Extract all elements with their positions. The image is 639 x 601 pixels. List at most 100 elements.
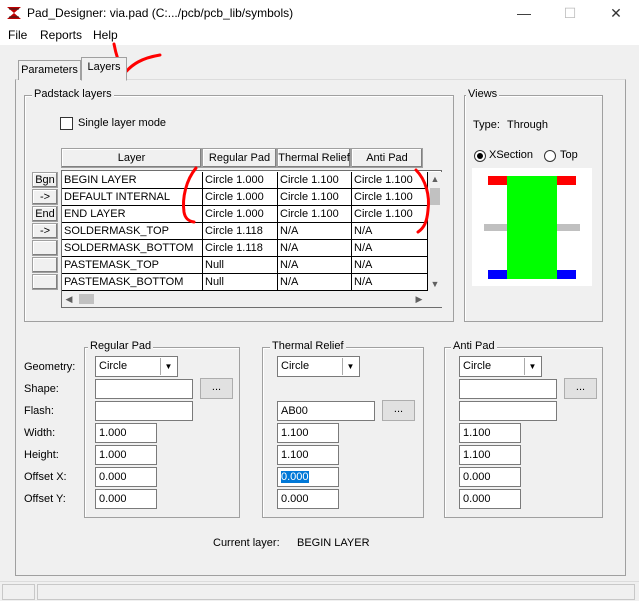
table-row[interactable]: PASTEMASK_TOP Null N/A N/A: [62, 257, 428, 274]
table-cell[interactable]: SOLDERMASK_BOTTOM: [62, 240, 203, 257]
row-button-next[interactable]: ->: [32, 223, 58, 239]
table-cell[interactable]: Circle 1.100: [352, 206, 428, 223]
table-cell[interactable]: Circle 1.118: [203, 223, 278, 240]
maximize-button[interactable]: ☐: [547, 0, 593, 26]
column-header-regular-pad[interactable]: Regular Pad: [202, 148, 277, 168]
table-cell[interactable]: Circle 1.100: [352, 172, 428, 189]
vertical-scroll-thumb[interactable]: [430, 188, 440, 205]
thermal-offset-x-value: 0.000: [281, 471, 309, 483]
horizontal-scroll-thumb[interactable]: [79, 294, 94, 304]
anti-flash-field[interactable]: [459, 401, 557, 421]
anti-shape-field[interactable]: [459, 379, 557, 399]
table-row[interactable]: PASTEMASK_BOTTOM Null N/A N/A: [62, 274, 428, 291]
table-cell[interactable]: Circle 1.118: [203, 240, 278, 257]
regular-height-field[interactable]: 1.000: [95, 445, 157, 465]
row-button[interactable]: [32, 257, 58, 273]
row-button-begin[interactable]: Bgn: [32, 172, 58, 188]
thermal-offset-x-field[interactable]: 0.000: [277, 467, 339, 487]
scroll-left-icon[interactable]: ◀: [62, 292, 76, 306]
table-cell[interactable]: N/A: [352, 274, 428, 291]
table-cell[interactable]: Circle 1.000: [203, 189, 278, 206]
column-header-layer[interactable]: Layer: [61, 148, 202, 168]
table-cell[interactable]: Circle 1.000: [203, 172, 278, 189]
table-row[interactable]: SOLDERMASK_TOP Circle 1.118 N/A N/A: [62, 223, 428, 240]
thermal-offset-y-field[interactable]: 0.000: [277, 489, 339, 509]
grid-vertical-scrollbar[interactable]: ▲ ▼: [428, 172, 442, 291]
regular-flash-field[interactable]: [95, 401, 193, 421]
padstack-grid[interactable]: BEGIN LAYER Circle 1.000 Circle 1.100 Ci…: [61, 170, 442, 308]
anti-pad-label: Anti Pad: [451, 340, 497, 352]
row-button[interactable]: [32, 274, 58, 290]
single-layer-mode-checkbox[interactable]: [60, 117, 73, 130]
scroll-right-icon[interactable]: ▶: [412, 292, 426, 306]
table-cell[interactable]: Null: [203, 257, 278, 274]
table-cell[interactable]: N/A: [278, 223, 352, 240]
table-cell[interactable]: PASTEMASK_TOP: [62, 257, 203, 274]
chevron-down-icon[interactable]: ▼: [160, 358, 176, 375]
row-button-end[interactable]: End: [32, 206, 58, 222]
table-cell[interactable]: N/A: [352, 257, 428, 274]
table-cell[interactable]: BEGIN LAYER: [62, 172, 203, 189]
row-button[interactable]: [32, 240, 58, 256]
anti-geometry-select[interactable]: Circle ▼: [459, 356, 542, 377]
regular-geometry-value: Circle: [99, 360, 128, 372]
table-cell[interactable]: Circle 1.100: [278, 172, 352, 189]
top-radio[interactable]: [544, 150, 556, 162]
minimize-button[interactable]: —: [501, 0, 547, 26]
table-row[interactable]: SOLDERMASK_BOTTOM Circle 1.118 N/A N/A: [62, 240, 428, 257]
regular-shape-field[interactable]: [95, 379, 193, 399]
table-cell[interactable]: N/A: [278, 257, 352, 274]
table-cell[interactable]: N/A: [352, 223, 428, 240]
table-cell[interactable]: PASTEMASK_BOTTOM: [62, 274, 203, 291]
regular-geometry-select[interactable]: Circle ▼: [95, 356, 178, 377]
regular-shape-browse-button[interactable]: ...: [200, 378, 233, 399]
anti-height-field[interactable]: 1.100: [459, 445, 521, 465]
thermal-width-field[interactable]: 1.100: [277, 423, 339, 443]
status-pane-1: [2, 584, 35, 600]
menu-file[interactable]: File: [8, 28, 27, 42]
thermal-flash-browse-button[interactable]: ...: [382, 400, 415, 421]
anti-offset-y-field[interactable]: 0.000: [459, 489, 521, 509]
close-button[interactable]: ✕: [593, 0, 639, 26]
table-row[interactable]: DEFAULT INTERNAL Circle 1.000 Circle 1.1…: [62, 189, 428, 206]
table-row[interactable]: END LAYER Circle 1.000 Circle 1.100 Circ…: [62, 206, 428, 223]
table-row[interactable]: BEGIN LAYER Circle 1.000 Circle 1.100 Ci…: [62, 172, 428, 189]
xsection-label: XSection: [489, 149, 534, 161]
column-header-anti-pad[interactable]: Anti Pad: [351, 148, 423, 168]
window-title: Pad_Designer: via.pad (C:.../pcb/pcb_lib…: [27, 6, 294, 20]
table-cell[interactable]: SOLDERMASK_TOP: [62, 223, 203, 240]
regular-pad-label: Regular Pad: [88, 340, 154, 352]
table-cell[interactable]: DEFAULT INTERNAL: [62, 189, 203, 206]
tab-parameters[interactable]: Parameters: [18, 60, 81, 80]
chevron-down-icon[interactable]: ▼: [342, 358, 358, 375]
chevron-down-icon[interactable]: ▼: [524, 358, 540, 375]
thermal-height-field[interactable]: 1.100: [277, 445, 339, 465]
xsection-radio[interactable]: [474, 150, 486, 162]
thermal-flash-field[interactable]: AB00: [277, 401, 375, 421]
anti-width-field[interactable]: 1.100: [459, 423, 521, 443]
thermal-geometry-select[interactable]: Circle ▼: [277, 356, 360, 377]
regular-width-field[interactable]: 1.000: [95, 423, 157, 443]
scroll-up-icon[interactable]: ▲: [428, 172, 442, 186]
table-cell[interactable]: Circle 1.100: [278, 206, 352, 223]
table-cell[interactable]: N/A: [352, 240, 428, 257]
height-label: Height:: [24, 449, 59, 461]
tab-layers[interactable]: Layers: [81, 57, 127, 81]
scroll-down-icon[interactable]: ▼: [428, 277, 442, 291]
table-cell[interactable]: N/A: [278, 274, 352, 291]
table-cell[interactable]: Null: [203, 274, 278, 291]
row-button-next[interactable]: ->: [32, 189, 58, 205]
anti-offset-x-field[interactable]: 0.000: [459, 467, 521, 487]
grid-horizontal-scrollbar[interactable]: ◀ ▶: [62, 291, 428, 307]
regular-offset-x-field[interactable]: 0.000: [95, 467, 157, 487]
table-cell[interactable]: END LAYER: [62, 206, 203, 223]
anti-shape-browse-button[interactable]: ...: [564, 378, 597, 399]
menu-help[interactable]: Help: [93, 28, 118, 42]
menu-reports[interactable]: Reports: [40, 28, 82, 42]
table-cell[interactable]: Circle 1.100: [278, 189, 352, 206]
table-cell[interactable]: Circle 1.000: [203, 206, 278, 223]
table-cell[interactable]: N/A: [278, 240, 352, 257]
table-cell[interactable]: Circle 1.100: [352, 189, 428, 206]
column-header-thermal-relief[interactable]: Thermal Relief: [277, 148, 351, 168]
regular-offset-y-field[interactable]: 0.000: [95, 489, 157, 509]
